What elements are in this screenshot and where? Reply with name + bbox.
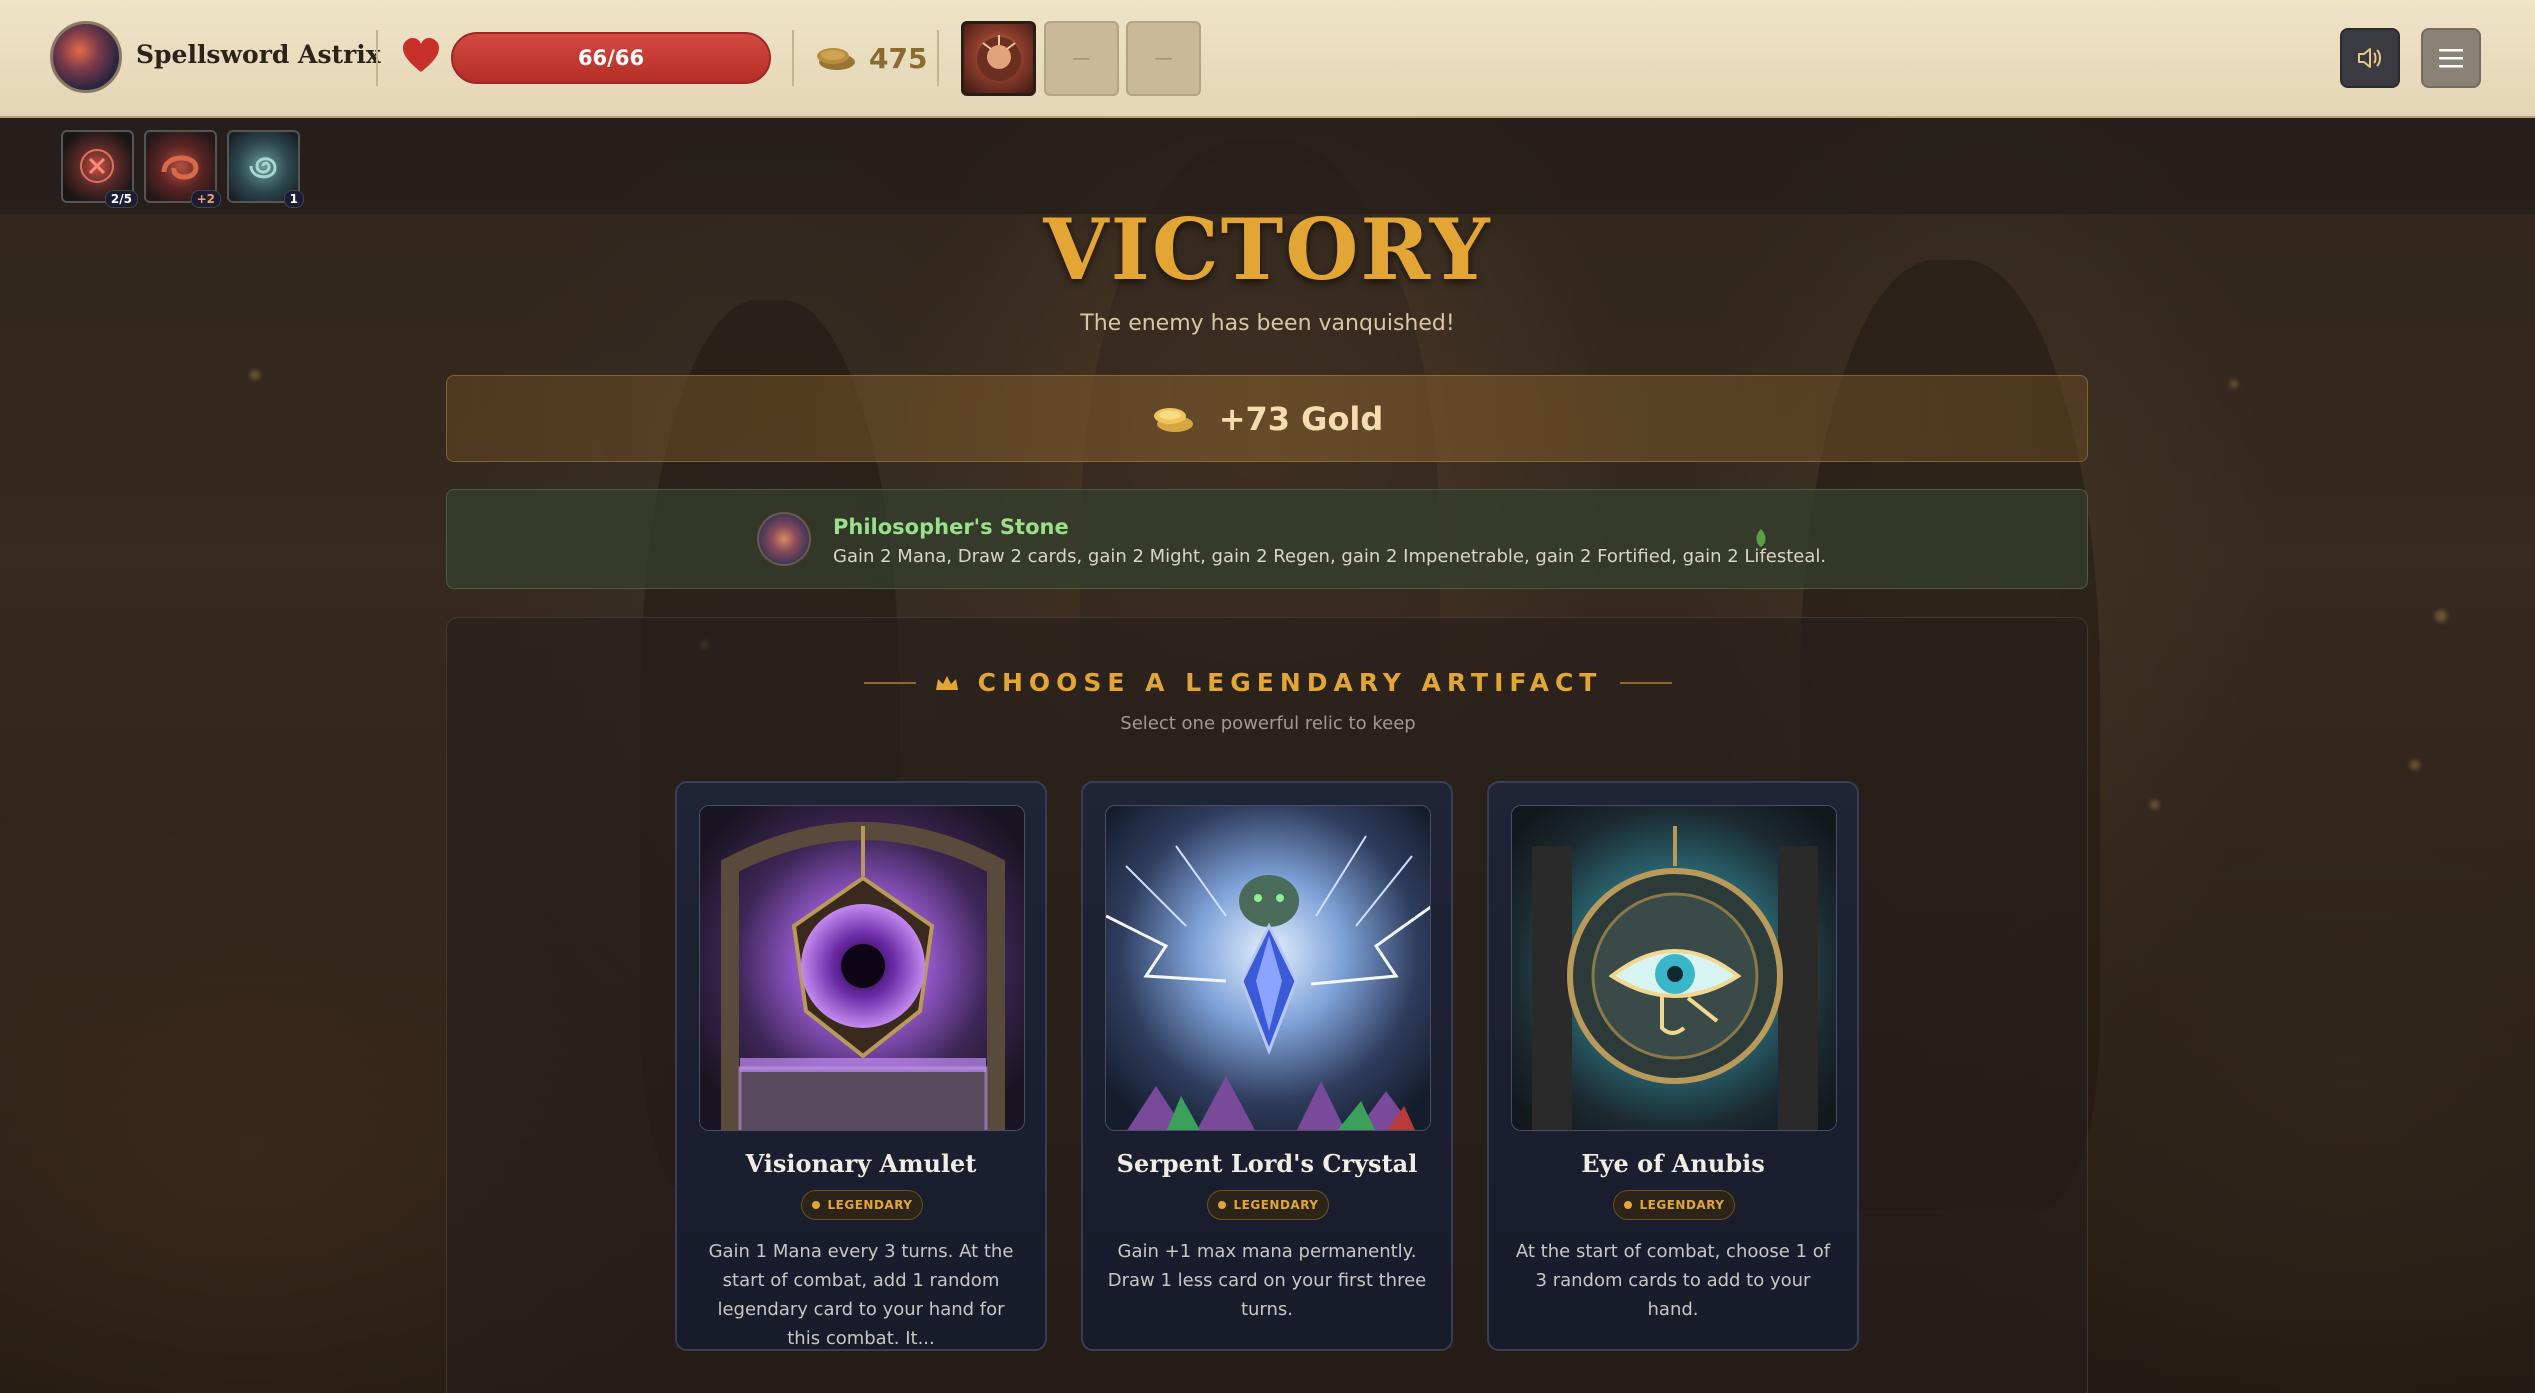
hamburger-icon <box>2439 49 2463 68</box>
divider <box>863 681 916 684</box>
victory-title: VICTORY <box>1043 200 1492 299</box>
philosophers-stone-icon <box>757 512 811 566</box>
eye-amulet-icon <box>1512 806 1836 1130</box>
rarity-badge: LEGENDARY <box>1613 1190 1735 1220</box>
gold-coins-icon <box>1153 407 1193 432</box>
equipment-slot-1[interactable] <box>961 21 1036 96</box>
leaf-icon <box>1756 529 1766 547</box>
rarity-dot <box>1217 1201 1226 1209</box>
artifact-name: Serpent Lord's Crystal <box>1116 1149 1418 1178</box>
health-bar: 66/66 <box>451 32 771 84</box>
artifact-description: Gain +1 max mana permanently. Draw 1 les… <box>1107 1241 1427 1320</box>
divider <box>937 30 939 86</box>
empty-slot-label: — <box>1154 48 1173 69</box>
victory-subtitle: The enemy has been vanquished! <box>1080 311 1455 336</box>
artifact-section-header: CHOOSE A LEGENDARY ARTIFACT <box>447 668 2089 697</box>
artifact-name: Visionary Amulet <box>745 1149 977 1178</box>
eye-of-anubis-art <box>1511 805 1837 1131</box>
artifact-card-serpent-lords-crystal[interactable]: Serpent Lord's Crystal LEGENDARY Gain +1… <box>1081 781 1453 1351</box>
crystal-icon <box>1106 806 1430 1130</box>
gold-reward-panel: +73 Gold <box>446 375 2088 462</box>
relic-portrait-icon <box>976 34 1021 81</box>
status-effect-2[interactable]: +2 <box>144 130 221 208</box>
sound-toggle-button[interactable] <box>2340 28 2400 88</box>
player-name: Spellsword Astrix <box>136 40 381 69</box>
rarity-label: LEGENDARY <box>827 1198 913 1212</box>
equipment-slot-2[interactable]: — <box>1044 21 1119 96</box>
artifact-selection-panel: CHOOSE A LEGENDARY ARTIFACT Select one p… <box>446 617 2088 1393</box>
gold-coins-icon <box>817 48 855 70</box>
rarity-badge: LEGENDARY <box>1207 1190 1329 1220</box>
top-bar: Spellsword Astrix 66/66 475 — — <box>0 0 2535 118</box>
equipment-slot-3[interactable]: — <box>1126 21 1201 96</box>
relic-name: Philosopher's Stone <box>833 515 1069 539</box>
gold-amount: 475 <box>869 42 928 75</box>
crown-icon <box>935 675 958 690</box>
amulet-icon <box>700 806 1024 1130</box>
artifact-card-eye-of-anubis[interactable]: Eye of Anubis LEGENDARY At the start of … <box>1487 781 1859 1351</box>
rarity-dot <box>1623 1201 1632 1209</box>
relic-reward-panel: Philosopher's Stone Gain 2 Mana, Draw 2 … <box>446 489 2088 589</box>
artifact-description: At the start of combat, choose 1 of 3 ra… <box>1515 1241 1831 1320</box>
divider <box>792 30 794 86</box>
rarity-label: LEGENDARY <box>1639 1198 1725 1212</box>
artifact-card-visionary-amulet[interactable]: Visionary Amulet LEGENDARY Gain 1 Mana e… <box>675 781 1047 1351</box>
artifact-name: Eye of Anubis <box>1581 1149 1765 1178</box>
player-avatar[interactable] <box>50 21 122 93</box>
heart-icon <box>403 38 439 72</box>
health-text: 66/66 <box>577 46 645 70</box>
status-effect-1[interactable]: 2/5 <box>61 130 138 208</box>
status-effect-3[interactable]: 1 <box>227 130 304 208</box>
rarity-badge: LEGENDARY <box>801 1190 923 1220</box>
rarity-dot <box>811 1201 820 1209</box>
serpent-lords-crystal-art <box>1105 805 1431 1131</box>
rarity-label: LEGENDARY <box>1233 1198 1319 1212</box>
visionary-amulet-art <box>699 805 1025 1131</box>
divider <box>1620 681 1673 684</box>
relic-description: Gain 2 Mana, Draw 2 cards, gain 2 Might,… <box>833 546 1827 567</box>
speaker-icon <box>2358 48 2381 68</box>
artifact-section-subtitle: Select one powerful relic to keep <box>1120 713 1416 734</box>
menu-button[interactable] <box>2421 28 2481 88</box>
divider <box>376 30 378 86</box>
artifact-description: Gain 1 Mana every 3 turns. At the start … <box>708 1241 1014 1349</box>
artifact-section-title: CHOOSE A LEGENDARY ARTIFACT <box>977 668 1603 697</box>
empty-slot-label: — <box>1072 48 1091 69</box>
gold-reward-text: +73 Gold <box>1218 399 1384 438</box>
